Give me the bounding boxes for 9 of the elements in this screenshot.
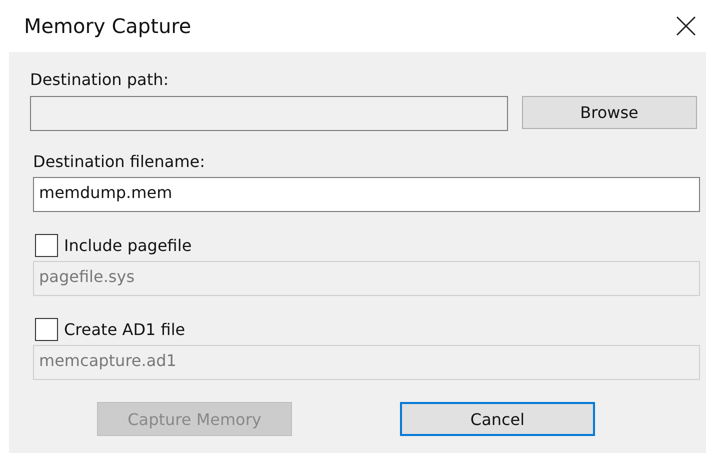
checkbox-label: Include pagefile [64, 236, 192, 255]
window-title: Memory Capture [24, 14, 192, 38]
field-label: Destination filename: [33, 152, 206, 171]
close-icon[interactable] [675, 15, 697, 37]
browse-button[interactable]: Browse [522, 96, 697, 129]
cancel-button[interactable]: Cancel [400, 402, 595, 436]
filename-field[interactable]: memdump.mem [33, 177, 700, 212]
checkbox-label: Create AD1 file [64, 320, 186, 339]
field-label: Destination path: [30, 70, 169, 89]
